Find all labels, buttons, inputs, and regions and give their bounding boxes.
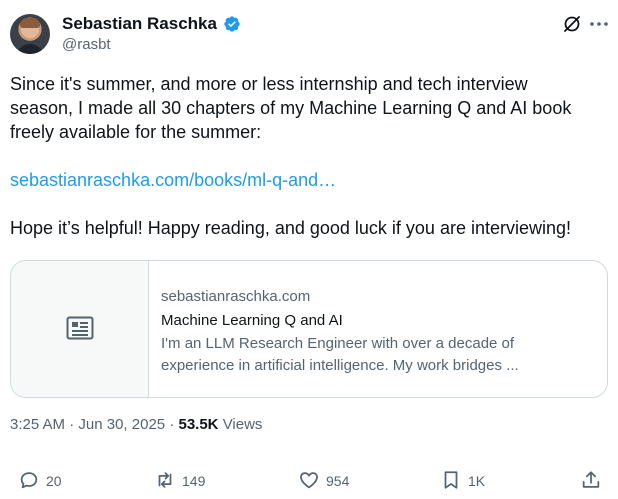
tweet-text: Since it's summer, and more or less inte… [10,72,610,240]
reply-icon [18,469,40,494]
tweet-link[interactable]: sebastianraschka.com/books/ml-q-and… [10,168,610,192]
repost-button[interactable]: 149 [154,466,205,496]
reply-button[interactable]: 20 [18,466,62,496]
share-button[interactable] [580,466,602,496]
author-name[interactable]: Sebastian Raschka [62,14,217,34]
heart-icon [298,469,320,494]
grok-icon[interactable] [562,14,582,34]
card-thumbnail [11,261,149,397]
avatar[interactable] [10,14,50,54]
card-description-line: I'm an LLM Research Engineer with over a… [161,335,515,352]
article-icon [66,316,94,345]
more-icon[interactable] [588,14,610,34]
tweet-header: Sebastian Raschka @rasbt [10,12,608,56]
views-count: 53.5K [178,416,219,433]
card-description: I'm an LLM Research Engineer with over a… [161,333,591,377]
bookmark-icon [440,469,462,494]
views-label: Views [222,416,263,433]
tweet-closing: Hope it’s helpful! Happy reading, and go… [10,218,572,238]
card-description-line: experience in artificial intelligence. M… [161,357,519,374]
repost-count: 149 [182,473,206,489]
meta-separator: · [69,416,75,433]
card-domain: sebastianraschka.com [161,288,311,305]
card-text: sebastianraschka.com Machine Learning Q … [161,287,591,377]
meta-separator: · [169,416,175,433]
bookmark-count: 1K [468,473,486,489]
share-icon [580,469,602,494]
action-bar: 20 149 954 1K [0,466,618,496]
like-count: 954 [326,473,350,489]
tweet-meta: 3:25 AM · Jun 30, 2025 · 53.5K Views [10,416,262,433]
repost-icon [154,469,176,494]
verified-badge-icon [223,15,241,33]
author-row: Sebastian Raschka [62,14,241,34]
tweet-date[interactable]: Jun 30, 2025 [78,416,165,433]
like-button[interactable]: 954 [298,466,349,496]
reply-count: 20 [46,473,62,489]
author-handle[interactable]: @rasbt [62,36,111,53]
tweet-line: season, I made all 30 chapters of my Mac… [10,98,572,118]
bookmark-button[interactable]: 1K [440,466,485,496]
card-title: Machine Learning Q and AI [161,312,343,329]
tweet-time[interactable]: 3:25 AM [10,416,65,433]
link-preview-card[interactable]: sebastianraschka.com Machine Learning Q … [10,260,608,398]
tweet-line: Since it's summer, and more or less inte… [10,74,528,94]
tweet-line: freely available for the summer: [10,122,262,142]
